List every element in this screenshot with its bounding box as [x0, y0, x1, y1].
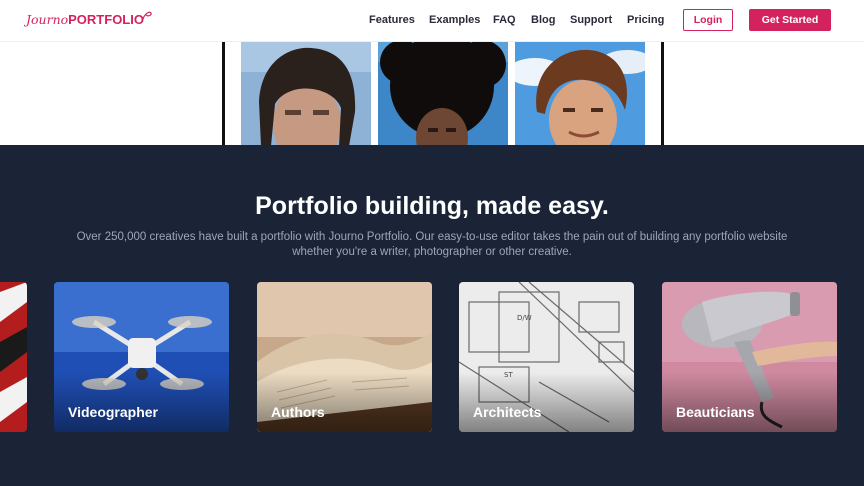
- portrait-photo-3: [515, 42, 645, 146]
- nav-faq[interactable]: FAQ: [493, 14, 516, 26]
- card-label-authors: Authors: [271, 404, 325, 420]
- nav-features[interactable]: Features: [369, 14, 415, 26]
- card-label-architects: Architects: [473, 404, 542, 420]
- features-section: Portfolio building, made easy. Over 250,…: [0, 145, 864, 486]
- nav-pricing[interactable]: Pricing: [627, 14, 664, 26]
- hero-portrait-strip: [222, 42, 664, 146]
- nav-blog[interactable]: Blog: [531, 14, 555, 26]
- logo-swirl-icon: [142, 11, 152, 20]
- portrait-photo-1: [241, 42, 371, 146]
- login-button[interactable]: Login: [683, 9, 733, 31]
- card-videographer[interactable]: Videographer: [54, 282, 229, 432]
- section-subtext: Over 250,000 creatives have built a port…: [76, 231, 788, 258]
- logo-script-text: Journo: [26, 12, 69, 27]
- get-started-button[interactable]: Get Started: [749, 9, 831, 31]
- card-architects[interactable]: D/W ST Architects: [459, 282, 634, 432]
- section-headline: Portfolio building, made easy.: [255, 192, 609, 220]
- svg-text:D/W: D/W: [517, 314, 532, 322]
- card-authors[interactable]: Authors: [257, 282, 432, 432]
- card-label-beauticians: Beauticians: [676, 404, 755, 420]
- logo-bold-text: PORTFOLIO: [68, 12, 144, 27]
- site-header: Journo PORTFOLIO Features Examples FAQ B…: [0, 0, 864, 42]
- portrait-photo-2: [378, 42, 508, 146]
- nav-support[interactable]: Support: [570, 14, 612, 26]
- card-label-videographer: Videographer: [68, 404, 158, 420]
- card-beauticians[interactable]: Beauticians: [662, 282, 837, 432]
- nav-examples[interactable]: Examples: [429, 14, 480, 26]
- logo[interactable]: Journo PORTFOLIO: [26, 11, 152, 30]
- card-partial-left[interactable]: [0, 282, 27, 432]
